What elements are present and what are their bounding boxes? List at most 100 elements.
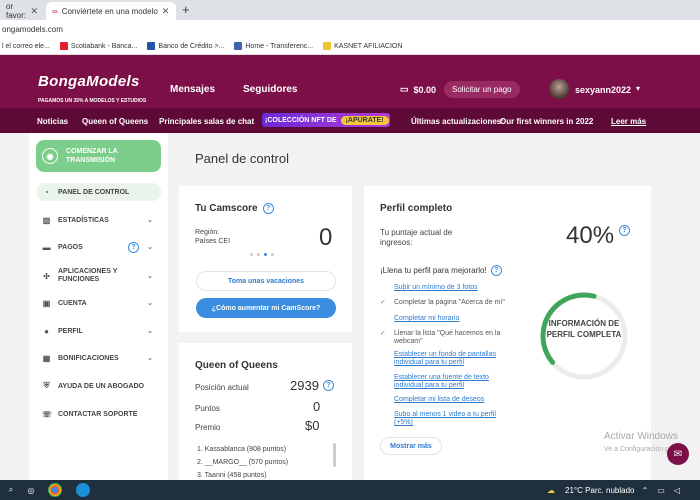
address-bar[interactable]: ongamodels.com [0,20,700,38]
position-label: Posición actual [195,383,249,392]
task-label: Subo al menos 1 video a tu perfil (+5%) [394,411,496,426]
bcp-icon [147,42,156,50]
ranking-scrollbar[interactable] [333,443,336,467]
sidebar-item-label: PERFIL [58,327,83,335]
bookmark-kasnet[interactable]: KASNET AFILIACION [323,42,402,50]
nft-collection-banner[interactable]: ¡COLECCIÓN NFT DE ¡APÚRATE! [262,113,390,127]
vacation-button[interactable]: Toma unas vacaciones [196,271,336,291]
kasnet-icon [323,42,332,50]
bookmark-email[interactable]: l el correo ele... [2,43,50,50]
region-label: Región: [195,229,220,236]
task-upload-photos[interactable]: Subir un mínimo de 3 fotos [380,284,530,292]
gauge-icon: ◔ [44,187,49,197]
puzzle-icon: ✣ [43,271,50,281]
chevron-down-icon[interactable]: ▾ [636,84,640,93]
nav-messages[interactable]: Mensajes [170,84,215,95]
gift-icon: ▦ [42,353,51,363]
close-icon[interactable]: ✕ [162,6,170,17]
chrome-icon[interactable] [48,483,62,497]
task-about-me[interactable]: ✓ Completar la página "Acerca de mí" [380,299,530,307]
search-icon[interactable]: ⌕ [4,483,18,497]
tab-label: Conviértete en una modelo de B [61,6,158,16]
carousel-dots[interactable] [250,253,274,256]
help-icon[interactable]: ? [490,265,502,276]
sidebar-item-account[interactable]: ▣ CUENTA ⌄ [36,294,161,312]
sidebar-item-label: CUENTA [58,299,87,307]
bookmarks-bar: l el correo ele... Scotiabank - Banca...… [0,38,700,55]
support-icon: ☏ [42,409,53,419]
transfer-icon [234,42,243,50]
edge-icon[interactable] [76,483,90,497]
task-video[interactable]: Subo al menos 1 video a tu perfil (+5%) [380,411,530,427]
ranking-row[interactable]: 3. Taanni (458 puntos) [197,472,267,479]
task-wishlist[interactable]: Completar mi lista de deseos [380,396,530,404]
shield-icon: ⛨ [43,381,50,390]
sidebar-item-bonuses[interactable]: ▦ BONIFICACIONES ⌄ [36,349,161,367]
broadcast-icon: ◉ [42,148,58,164]
updates-text[interactable]: Our first winners in 2022 [500,117,593,126]
start-broadcast-button[interactable]: ◉ COMENZAR LA TRANSMISIÓN [36,140,161,172]
help-icon[interactable]: ? [128,241,139,253]
chevron-down-icon: ⌄ [147,273,153,280]
username[interactable]: sexyann2022 [575,85,631,95]
sidebar-item-support[interactable]: ☏ CONTACTAR SOPORTE [36,405,161,423]
help-icon[interactable]: ? [262,203,274,214]
close-icon[interactable]: ✕ [30,6,38,17]
request-payment-button[interactable]: Solicitar un pago [444,81,520,98]
sidebar-item-lawyer[interactable]: ⛨ AYUDA DE UN ABOGADO [36,377,161,395]
network-icon[interactable]: ▭ [654,483,668,497]
help-icon[interactable]: ? [322,380,334,391]
subnav-news[interactable]: Noticias [37,117,68,126]
ranking-row[interactable]: 1. Kassablanca (808 puntos) [197,446,286,453]
balance-value: $0.00 [413,84,437,95]
subnav-top-rooms[interactable]: Principales salas de chat [159,117,254,126]
tray-arrow-icon[interactable]: ⌃ [638,483,652,497]
browser-circle-icon[interactable]: ◎ [24,483,38,497]
browser-tab-1[interactable]: or favor: ✕ [0,2,44,20]
camscore-title-text: Tu Camscore [195,203,258,214]
read-more-link[interactable]: Leer más [611,117,646,126]
scotiabank-icon [59,42,68,50]
tab-label: or favor: [6,2,27,20]
new-tab-icon[interactable]: + [182,2,190,17]
bookmark-bcp[interactable]: Banco de Crédito >... [147,42,224,50]
task-font[interactable]: Establecer una fuente de texto individua… [380,374,530,390]
subnav-queen-of-queens[interactable]: Queen of Queens [82,117,148,126]
task-webcam-list[interactable]: ✓ Llenar la lista "Qué hacemos en la webc… [380,330,530,346]
nav-followers[interactable]: Seguidores [243,84,297,95]
bookmark-transfer[interactable]: Home - Transferenc... [234,42,313,50]
nft-label: ¡COLECCIÓN NFT DE [265,116,337,124]
bar-chart-icon: ▥ [42,215,51,225]
sidebar-item-profile[interactable]: ● PERFIL ⌄ [36,322,161,340]
wallet-balance: ▭ $0.00 [400,84,436,95]
fill-prompt-text: ¡Llena tu perfil para mejorarlo! [380,266,487,275]
browser-tab-bar: or favor: ✕ ∞ Conviértete en una modelo … [0,0,700,20]
profile-percent: 40% [566,222,615,249]
sidebar-item-payments[interactable]: ▬ PAGOS ? ⌄ [36,238,161,256]
sidebar-item-statistics[interactable]: ▥ ESTADÍSTICAS ⌄ [36,211,161,229]
chevron-down-icon: ⌄ [147,328,153,335]
task-background[interactable]: Establecer un fondo de pantallas individ… [380,351,530,367]
position-value-group: 2939 ? [290,378,334,393]
help-icon[interactable]: ? [619,225,631,236]
show-more-button[interactable]: Mostrar más [380,437,442,455]
sidebar-item-dashboard[interactable]: ◔ PANEL DE CONTROL [36,183,161,201]
improve-camscore-button[interactable]: ¿Cómo aumentar mi CamScore? [196,298,336,318]
bookmark-label: KASNET AFILIACION [334,42,403,50]
browser-tab-2[interactable]: ∞ Conviértete en una modelo de B ✕ [46,2,176,20]
wallet-icon: ▭ [400,84,409,94]
volume-icon[interactable]: ◁ [670,483,684,497]
site-logo[interactable]: BongaModels [38,73,140,90]
chat-bubble-icon[interactable]: ✉ [667,443,689,465]
queen-title: Queen of Queens [195,360,278,371]
site-favicon-icon: ∞ [52,6,58,16]
task-schedule[interactable]: Completar mi horario [380,315,530,323]
ring-label: INFORMACIÓN DE PERFIL COMPLETA [546,319,622,339]
avatar[interactable] [549,79,569,99]
nft-cta: ¡APÚRATE! [340,115,389,125]
briefcase-icon: ▣ [42,298,51,308]
ranking-row[interactable]: 2. __MARGO__ (570 puntos) [197,459,288,466]
prize-label: Premio [195,423,221,432]
sidebar-item-apps[interactable]: ✣ APLICACIONES Y FUNCIONES ⌄ [36,266,161,286]
bookmark-scotiabank[interactable]: Scotiabank - Banca... [59,42,137,50]
